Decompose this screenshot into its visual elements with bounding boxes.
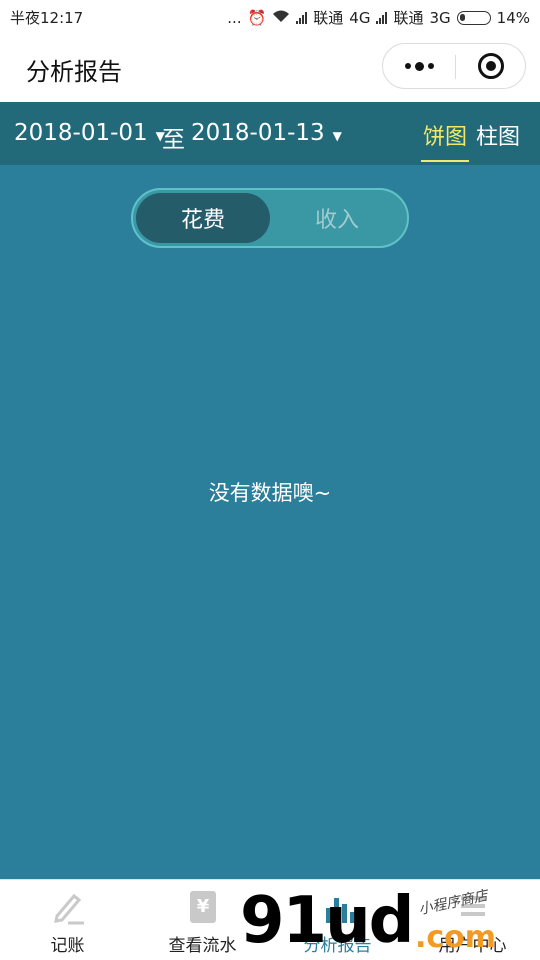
start-date-picker[interactable]: 2018-01-01 ▼ bbox=[14, 120, 165, 146]
dot-icon bbox=[404, 63, 411, 69]
tab-label: 用户中心 bbox=[438, 936, 507, 956]
receipt-icon: ¥ bbox=[189, 891, 216, 923]
battery-level: 14% bbox=[496, 8, 530, 27]
more-dots: ... bbox=[227, 8, 242, 27]
screen: 半夜12:17 ... ⏰ 联通 4G 联通 3G 14% 分析报告 2018-… bbox=[0, 0, 540, 960]
tab-pie-chart[interactable]: 饼图 bbox=[423, 119, 467, 151]
tab-label: 查看流水 bbox=[168, 936, 237, 956]
active-tab-indicator bbox=[421, 160, 469, 162]
user-icon bbox=[460, 896, 485, 916]
report-content: 花费 收入 没有数据噢~ bbox=[0, 165, 540, 879]
capsule-divider bbox=[455, 55, 456, 79]
dot-icon bbox=[427, 63, 434, 69]
filter-bar: 2018-01-01 ▼ 至 2018-01-13 ▼ 饼图 柱图 bbox=[0, 102, 540, 165]
close-miniprogram-button[interactable] bbox=[478, 53, 504, 79]
expense-income-toggle: 花费 收入 bbox=[131, 188, 409, 248]
signal-icon bbox=[296, 11, 308, 24]
expense-option[interactable]: 花费 bbox=[136, 193, 270, 243]
page-title: 分析报告 bbox=[26, 58, 122, 86]
start-date-value: 2018-01-01 bbox=[14, 120, 148, 146]
network-2: 3G bbox=[429, 8, 451, 27]
carrier-1: 联通 bbox=[313, 9, 344, 27]
battery-icon bbox=[456, 10, 491, 25]
carrier-2: 联通 bbox=[393, 9, 424, 27]
income-option[interactable]: 收入 bbox=[270, 193, 404, 243]
empty-state-message: 没有数据噢~ bbox=[208, 481, 332, 505]
caret-down-icon: ▼ bbox=[332, 129, 342, 143]
miniprogram-capsule bbox=[382, 43, 526, 89]
tab-analysis-report[interactable]: 分析报告 bbox=[270, 880, 405, 960]
tab-label: 分析报告 bbox=[303, 936, 372, 956]
tab-transactions[interactable]: ¥ 查看流水 bbox=[135, 880, 270, 960]
status-icons: ... ⏰ 联通 4G 联通 3G 14% bbox=[227, 7, 530, 28]
more-menu-button[interactable] bbox=[401, 54, 437, 78]
status-bar: 半夜12:17 ... ⏰ 联通 4G 联通 3G 14% bbox=[0, 0, 540, 32]
signal-icon bbox=[376, 11, 388, 24]
end-date-picker[interactable]: 2018-01-13 ▼ bbox=[191, 120, 342, 146]
status-time: 半夜12:17 bbox=[10, 9, 84, 27]
svg-text:¥: ¥ bbox=[196, 896, 209, 917]
tab-bar-chart[interactable]: 柱图 bbox=[476, 119, 520, 151]
network-1: 4G bbox=[349, 8, 371, 27]
title-bar: 分析报告 bbox=[0, 32, 540, 102]
pencil-icon bbox=[53, 893, 84, 925]
chart-icon bbox=[325, 898, 355, 923]
bottom-tab-bar: 记账 ¥ 查看流水 分析报告 用户中心 bbox=[0, 879, 540, 960]
date-separator: 至 bbox=[162, 127, 185, 153]
wifi-icon bbox=[272, 9, 290, 27]
alarm-icon: ⏰ bbox=[247, 8, 267, 27]
tab-bookkeeping[interactable]: 记账 bbox=[0, 880, 135, 960]
tab-label: 记账 bbox=[50, 936, 85, 956]
end-date-value: 2018-01-13 bbox=[191, 120, 325, 146]
dot-icon bbox=[414, 61, 424, 71]
tab-user-center[interactable]: 用户中心 bbox=[405, 880, 540, 960]
